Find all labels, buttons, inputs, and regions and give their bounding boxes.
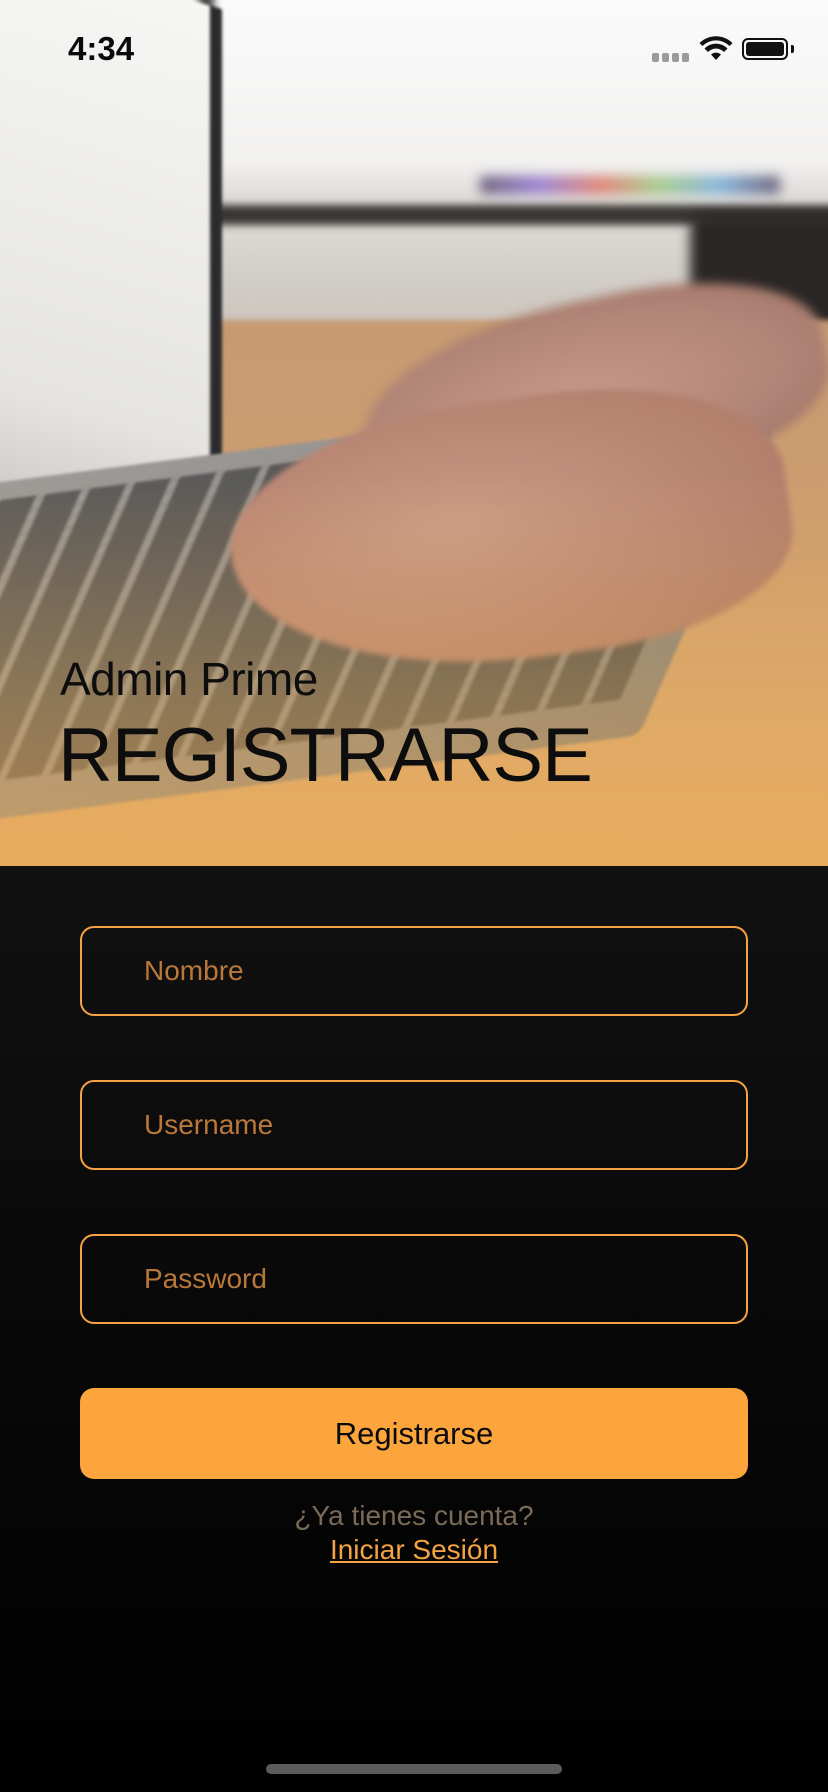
name-input[interactable] <box>82 928 746 1014</box>
page-title: REGISTRARSE <box>58 713 593 798</box>
register-button[interactable]: Registrarse <box>80 1388 748 1479</box>
password-field[interactable] <box>80 1234 748 1324</box>
app-name: Admin Prime <box>60 653 318 705</box>
hero-image: Admin Prime REGISTRARSE <box>0 0 828 866</box>
username-field[interactable] <box>80 1080 748 1170</box>
battery-icon <box>742 38 788 60</box>
battery-tip <box>791 45 794 53</box>
name-field[interactable] <box>80 926 748 1016</box>
login-link[interactable]: Iniciar Sesión <box>0 1534 828 1566</box>
home-indicator <box>266 1764 562 1774</box>
status-time: 4:34 <box>68 30 135 67</box>
cellular-signal-icon <box>652 53 690 63</box>
wifi-icon <box>699 36 733 60</box>
username-input[interactable] <box>82 1082 746 1168</box>
account-prompt: ¿Ya tienes cuenta? <box>294 1500 534 1531</box>
password-input[interactable] <box>82 1236 746 1322</box>
